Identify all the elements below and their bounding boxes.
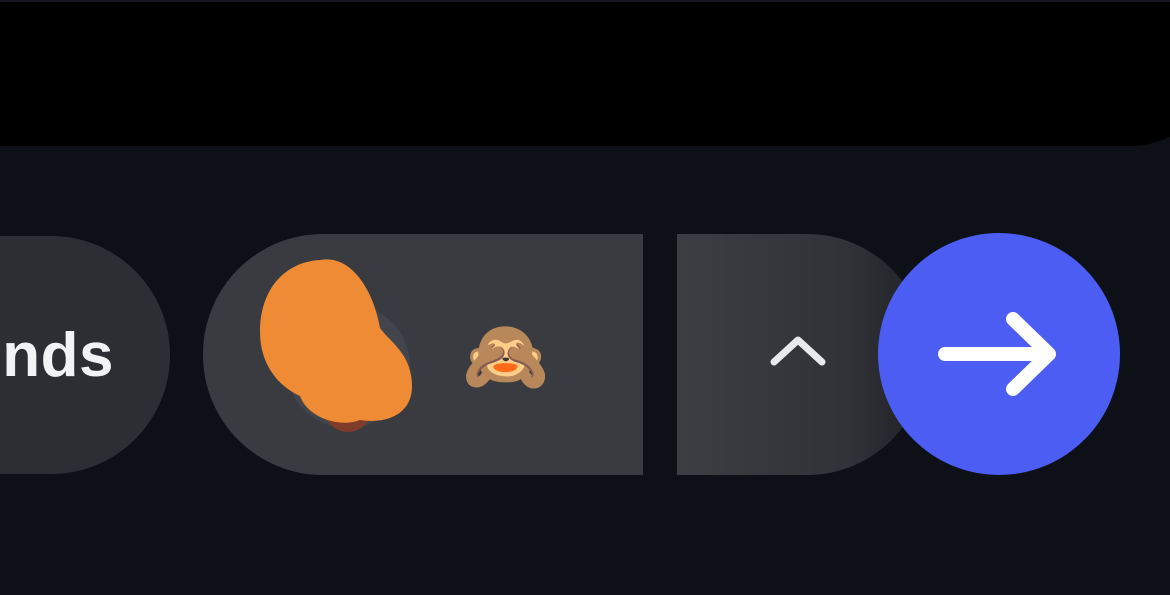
- send-button[interactable]: [878, 233, 1120, 475]
- avatar-redaction-shape: [260, 259, 412, 432]
- arrow-right-icon: [938, 312, 1056, 396]
- see-no-evil-emoji[interactable]: 🙈: [462, 314, 549, 398]
- avatar: [256, 258, 416, 434]
- chat-composer: nds 🙈: [0, 0, 1170, 595]
- chevron-up-icon[interactable]: [766, 330, 830, 370]
- message-input-area[interactable]: [0, 0, 1170, 146]
- suggestion-pill-friends[interactable]: nds: [0, 236, 170, 474]
- suggestion-pill-label: nds: [2, 320, 114, 390]
